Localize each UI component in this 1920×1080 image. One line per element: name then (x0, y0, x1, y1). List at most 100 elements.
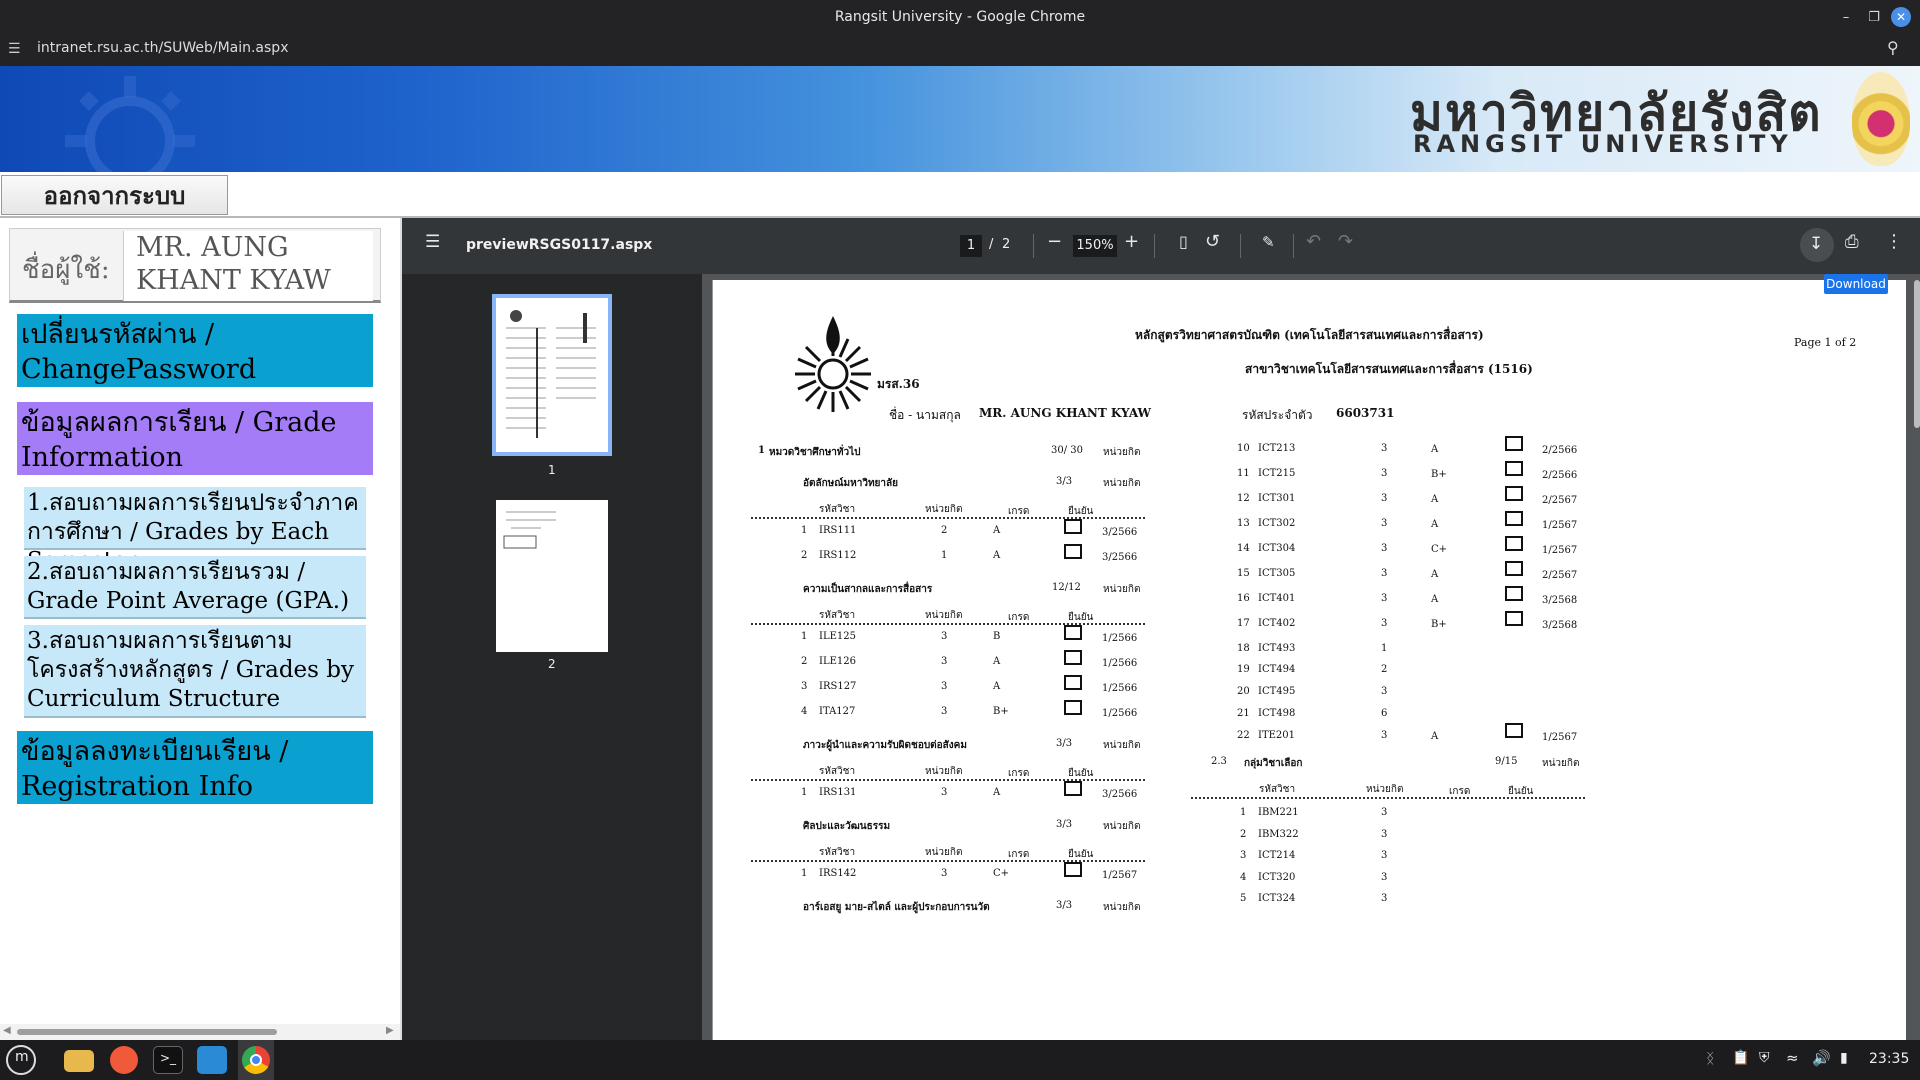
nav-change-password[interactable]: เปลี่ยนรหัสผ่าน / ChangePassword (17, 314, 373, 387)
bluetooth-icon[interactable]: ᛝ (1706, 1051, 1714, 1067)
confirm-checkbox[interactable] (1505, 436, 1523, 451)
wifi-icon[interactable]: ≈ (1786, 1049, 1799, 1067)
chrome-icon[interactable] (242, 1046, 270, 1074)
rotate-icon[interactable]: ↺ (1205, 232, 1220, 252)
zoom-out-icon[interactable]: − (1047, 232, 1062, 252)
firefox-icon[interactable] (110, 1046, 138, 1074)
row-no: 10 (1237, 443, 1250, 454)
col-code: รหัสวิชา (819, 766, 856, 777)
row-code: ICT213 (1258, 443, 1296, 454)
linux-mint-menu-icon[interactable]: m (6, 1045, 36, 1075)
confirm-checkbox[interactable] (1064, 519, 1082, 534)
confirm-checkbox[interactable] (1505, 511, 1523, 526)
row-credit: 3 (941, 681, 948, 692)
section-credits: 12/12 (1052, 582, 1081, 593)
row-code: ILE125 (819, 631, 856, 642)
vscode-icon[interactable] (197, 1046, 227, 1074)
confirm-checkbox[interactable] (1064, 650, 1082, 665)
menu-icon[interactable]: ☰ (425, 232, 440, 252)
logout-button[interactable]: ออกจากระบบ (1, 175, 228, 215)
row-grade: A (993, 525, 1001, 536)
confirm-checkbox[interactable] (1064, 862, 1082, 877)
download-button[interactable]: ↧ (1800, 228, 1834, 262)
row-credit: 3 (941, 868, 948, 879)
nav-registration-info[interactable]: ข้อมูลลงทะเบียนเรียน / Registration Info (17, 731, 373, 804)
confirm-checkbox[interactable] (1505, 586, 1523, 601)
row-grade: A (1431, 494, 1439, 505)
file-manager-icon[interactable] (64, 1050, 94, 1072)
confirm-checkbox[interactable] (1064, 625, 1082, 640)
confirm-checkbox[interactable] (1505, 461, 1523, 476)
clock[interactable]: 23:35 (1869, 1051, 1909, 1067)
zoom-level-input[interactable]: 150% (1073, 235, 1117, 257)
elective-title: กลุ่มวิชาเลือก (1244, 758, 1303, 769)
fit-page-icon[interactable]: ▯ (1179, 232, 1188, 252)
section-unit: หน่วยกิต (1103, 740, 1141, 751)
nav-sub-gpa[interactable]: 2.สอบถามผลการเรียนรวม / Grade Point Aver… (24, 556, 366, 619)
scroll-left-icon[interactable]: ◀ (3, 1025, 11, 1036)
thumbnail-preview (503, 511, 556, 549)
thumbnail-page-2[interactable] (496, 500, 608, 652)
zoom-icon[interactable]: ⚲ (1887, 38, 1899, 57)
address-bar[interactable]: ☰ intranet.rsu.ac.th/SUWeb/Main.aspx ⚲ (0, 33, 1920, 66)
row-term: 1/2566 (1102, 683, 1138, 694)
more-options-icon[interactable]: ⋮ (1885, 232, 1903, 252)
row-grade: A (993, 787, 1001, 798)
terminal-icon[interactable]: >_ (153, 1046, 183, 1074)
row-credit: 3 (941, 706, 948, 717)
row-no: 4 (1240, 871, 1247, 883)
battery-icon[interactable]: ▮ (1840, 1050, 1848, 1066)
section-unit: หน่วยกิต (1103, 821, 1141, 832)
section-unit: หน่วยกิต (1103, 584, 1141, 595)
row-no: 2 (801, 656, 808, 667)
row-grade: C+ (993, 868, 1010, 879)
scroll-right-icon[interactable]: ▶ (386, 1025, 394, 1036)
confirm-checkbox[interactable] (1064, 700, 1082, 715)
confirm-checkbox[interactable] (1505, 611, 1523, 626)
row-code: ICT304 (1258, 543, 1296, 554)
confirm-checkbox[interactable] (1505, 723, 1523, 738)
thumbnail-page-1[interactable] (492, 294, 612, 456)
horizontal-scrollbar[interactable]: ◀ ▶ (0, 1024, 402, 1040)
vertical-scroll-thumb[interactable] (1914, 280, 1920, 428)
minimize-icon[interactable]: – (1836, 7, 1856, 27)
confirm-checkbox[interactable] (1064, 544, 1082, 559)
elective-no: 2.3 (1211, 756, 1227, 767)
volume-icon[interactable]: 🔊 (1812, 1049, 1831, 1067)
row-credit: 3 (1381, 568, 1388, 579)
redo-icon[interactable]: ↷ (1338, 232, 1353, 252)
close-icon[interactable]: ✕ (1891, 7, 1911, 27)
confirm-checkbox[interactable] (1505, 536, 1523, 551)
row-grade: B+ (1431, 469, 1447, 480)
confirm-checkbox[interactable] (1064, 781, 1082, 796)
section-credits: 3/3 (1056, 900, 1073, 911)
maximize-icon[interactable]: ❐ (1864, 7, 1884, 27)
annotate-icon[interactable]: ✎ (1262, 232, 1275, 252)
confirm-checkbox[interactable] (1064, 675, 1082, 690)
thumbnail-label: 2 (548, 657, 556, 671)
confirm-checkbox[interactable] (1505, 486, 1523, 501)
clipboard-icon[interactable]: 📋 (1732, 1050, 1749, 1066)
row-code: ICT324 (1258, 893, 1296, 904)
confirm-checkbox[interactable] (1505, 561, 1523, 576)
scroll-thumb[interactable] (17, 1029, 277, 1035)
elective-credits: 9/15 (1495, 756, 1518, 767)
print-icon[interactable]: ⎙ (1845, 232, 1859, 252)
nav-grade-information[interactable]: ข้อมูลผลการเรียน / Grade Information (17, 402, 373, 475)
section-title: ศิลปะและวัฒนธรรม (803, 821, 891, 832)
shield-icon[interactable]: ⛨ (1759, 1050, 1770, 1066)
row-code: IRS127 (819, 681, 857, 692)
undo-icon[interactable]: ↶ (1306, 232, 1321, 252)
nav-sub-grades-by-curriculum[interactable]: 3.สอบถามผลการเรียนตามโครงสร้างหลักสูตร /… (24, 625, 366, 718)
row-no: 1 (801, 525, 808, 536)
zoom-in-icon[interactable]: + (1124, 232, 1139, 252)
row-no: 2 (801, 550, 808, 561)
site-info-icon[interactable]: ☰ (8, 41, 21, 57)
page-number-input[interactable]: 1 (960, 235, 982, 257)
nav-sub-item-label: 2.สอบถามผลการเรียนรวม / Grade Point Aver… (27, 559, 350, 614)
document-area[interactable]: หลักสูตรวิทยาศาสตรบัณฑิต (เทคโนโลยีสารสน… (702, 274, 1920, 1040)
nav-sub-grades-by-semester[interactable]: 1.สอบถามผลการเรียนประจำภาคการศึกษา / Gra… (24, 487, 366, 574)
university-logo-icon (795, 316, 871, 412)
url-text[interactable]: intranet.rsu.ac.th/SUWeb/Main.aspx (37, 40, 288, 56)
page-separator: / (989, 237, 994, 252)
